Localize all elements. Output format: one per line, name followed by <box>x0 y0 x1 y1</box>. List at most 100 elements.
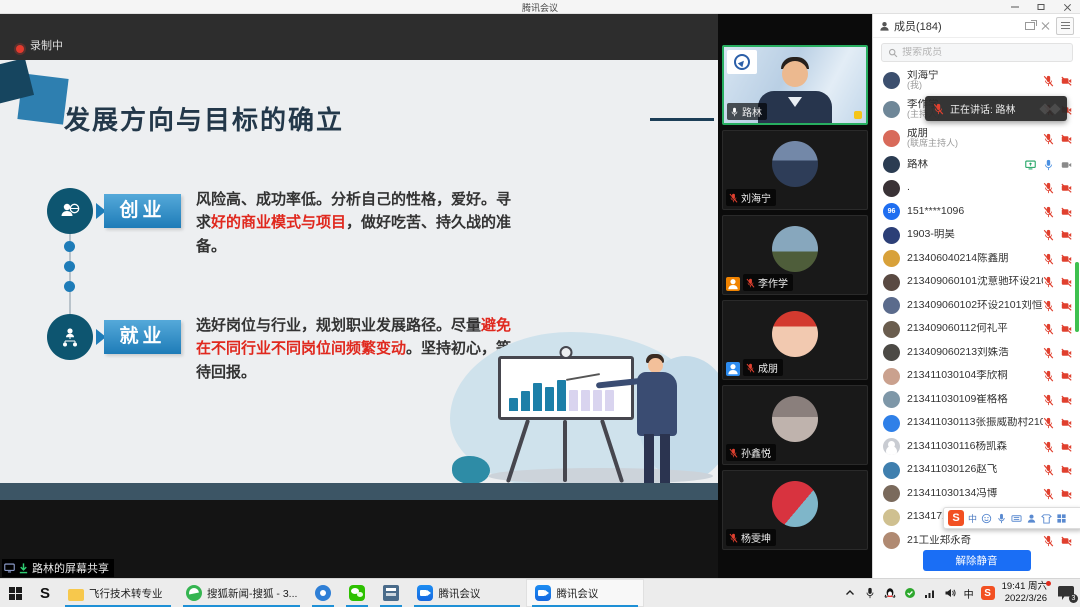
search-app-button[interactable]: S <box>31 579 59 607</box>
cam-off-icon <box>1061 75 1072 87</box>
close-button[interactable] <box>1054 0 1080 14</box>
calc-icon <box>383 585 399 601</box>
qq-icon[interactable] <box>884 587 897 600</box>
member-row[interactable]: 213406040214陈鑫朋 <box>873 247 1080 271</box>
member-row[interactable]: 213411030104李欣桐 <box>873 365 1080 389</box>
popout-icon[interactable] <box>1025 22 1035 30</box>
member-name: 21工业郑永奇 <box>907 535 971 547</box>
member-name: 213409060112何礼平 <box>907 323 1008 335</box>
participant-avatar <box>772 311 818 357</box>
video-tile[interactable]: 杨雯坤 <box>722 470 868 550</box>
taskbar-item-meeting[interactable]: 腾讯会议 <box>408 579 526 607</box>
ime-mode-indicator[interactable]: 中 <box>968 512 977 525</box>
member-row[interactable]: 刘海宁 (我) <box>873 66 1080 95</box>
taskbar-item-meeting[interactable]: 腾讯会议 <box>526 579 644 607</box>
cam-off-icon <box>1061 417 1072 429</box>
member-row[interactable]: 213411030126赵飞 <box>873 459 1080 483</box>
mic-off-icon <box>1043 253 1054 265</box>
member-search[interactable] <box>881 43 1073 62</box>
member-row[interactable]: 213409060213刘姝浩 <box>873 341 1080 365</box>
member-row[interactable]: 21工业郑永奇 <box>873 529 1080 553</box>
mic-off-icon <box>1043 535 1054 547</box>
keyboard-icon[interactable] <box>1011 513 1022 524</box>
member-row[interactable]: 路林 <box>873 153 1080 177</box>
mic-on-icon <box>1043 159 1054 171</box>
skin-icon[interactable] <box>1041 513 1052 524</box>
minimize-button[interactable] <box>1002 0 1028 14</box>
ime-indicator[interactable]: 中 <box>964 586 974 601</box>
entrepreneurship-icon <box>47 188 93 234</box>
member-row[interactable]: 213411030113张振威勘村2101 <box>873 412 1080 436</box>
member-row[interactable]: 213411030116杨凯森 <box>873 435 1080 459</box>
mic-off-icon <box>1043 323 1054 335</box>
voice-input-icon[interactable] <box>996 513 1007 524</box>
taskbar-item[interactable] <box>306 579 340 607</box>
video-tile[interactable]: 李作学 <box>722 215 868 295</box>
mic-status-icon <box>729 193 738 203</box>
notification-badge: 3 <box>1069 594 1078 603</box>
member-row[interactable]: . <box>873 177 1080 201</box>
member-row[interactable]: 成朋 (联席主持人) <box>873 124 1080 153</box>
clock[interactable]: 19:41 周六2022/3/26 <box>1002 581 1051 605</box>
toolbox-icon[interactable] <box>1056 513 1067 524</box>
taskbar-item-label: 搜狐新闻-搜狐 - 3... <box>207 586 297 601</box>
volume-icon[interactable] <box>944 587 957 600</box>
video-tile[interactable]: 成朋 <box>722 300 868 380</box>
member-avatar <box>883 344 900 361</box>
profile-icon[interactable] <box>1026 513 1037 524</box>
member-row[interactable]: 213409060112何礼平 <box>873 318 1080 342</box>
cam-off-icon <box>1061 441 1072 453</box>
mic-off-icon <box>1043 441 1054 453</box>
mic-off-icon <box>1043 182 1054 194</box>
sogou-tray-icon[interactable]: S <box>981 586 995 600</box>
slide-footer-bar <box>0 483 718 500</box>
browser-icon <box>186 585 202 601</box>
panel-close-icon[interactable] <box>1041 21 1050 30</box>
member-row[interactable]: 213411030109崔格格 <box>873 388 1080 412</box>
cam-off-icon <box>1061 300 1072 312</box>
member-row[interactable]: 213409060101沈意驰环设2101 <box>873 271 1080 295</box>
search-input[interactable] <box>902 47 1066 58</box>
video-tile[interactable]: 孙鑫悦 <box>722 385 868 465</box>
member-row[interactable]: 213411030134冯博 <box>873 482 1080 506</box>
maximize-button[interactable] <box>1028 0 1054 14</box>
member-name: 151****1096 <box>907 206 964 218</box>
member-avatar <box>883 297 900 314</box>
member-row[interactable]: 213409060102环设2101刘恒利 <box>873 294 1080 318</box>
taskbar: S飞行技术转专业搜狐新闻-搜狐 - 3...腾讯会议腾讯会议中S19:41 周六… <box>0 578 1080 607</box>
panel-menu-button[interactable] <box>1056 17 1074 35</box>
emoji-icon[interactable] <box>981 513 992 524</box>
chart-bar <box>545 387 554 411</box>
video-tile[interactable]: 刘海宁 <box>722 130 868 210</box>
action-center-icon[interactable]: 3 <box>1058 586 1074 600</box>
member-name: 213411030109崔格格 <box>907 394 1008 406</box>
taskbar-item[interactable] <box>340 579 374 607</box>
taskbar-item-browser[interactable]: 搜狐新闻-搜狐 - 3... <box>177 579 306 607</box>
unmute-button[interactable]: 解除静音 <box>923 550 1031 571</box>
participant-name: 路林 <box>742 104 762 119</box>
start-button[interactable] <box>0 579 31 607</box>
member-row[interactable]: 1903-明昊 <box>873 224 1080 248</box>
member-row[interactable]: 96 151****1096 <box>873 200 1080 224</box>
members-icon <box>879 20 890 32</box>
taskbar-item-folder[interactable]: 飞行技术转专业 <box>59 579 177 607</box>
share-icon <box>1025 159 1036 171</box>
video-tile[interactable]: 路林 <box>722 45 868 125</box>
network-icon[interactable] <box>924 587 937 600</box>
chevron-up-icon[interactable] <box>844 587 857 600</box>
security-icon[interactable] <box>904 587 917 600</box>
sogou-input-toolbar[interactable]: S 中 <box>943 507 1080 529</box>
slide-title: 发展方向与目标的确立 <box>64 100 344 137</box>
member-name: 1903-明昊 <box>907 229 955 241</box>
sogou-logo-icon[interactable]: S <box>948 510 964 526</box>
members-header: 成员(184) <box>873 14 1080 38</box>
mic-off-icon <box>1043 276 1054 288</box>
easel-leg <box>563 420 567 482</box>
download-arrow-icon <box>18 562 29 574</box>
notification-dot <box>1046 581 1051 586</box>
scrollbar-thumb[interactable] <box>1075 262 1079 332</box>
taskbar-item[interactable] <box>374 579 408 607</box>
taskbar-item-label: 腾讯会议 <box>438 586 480 601</box>
tray-mic-icon[interactable] <box>864 587 877 600</box>
chart-bar <box>521 391 530 411</box>
